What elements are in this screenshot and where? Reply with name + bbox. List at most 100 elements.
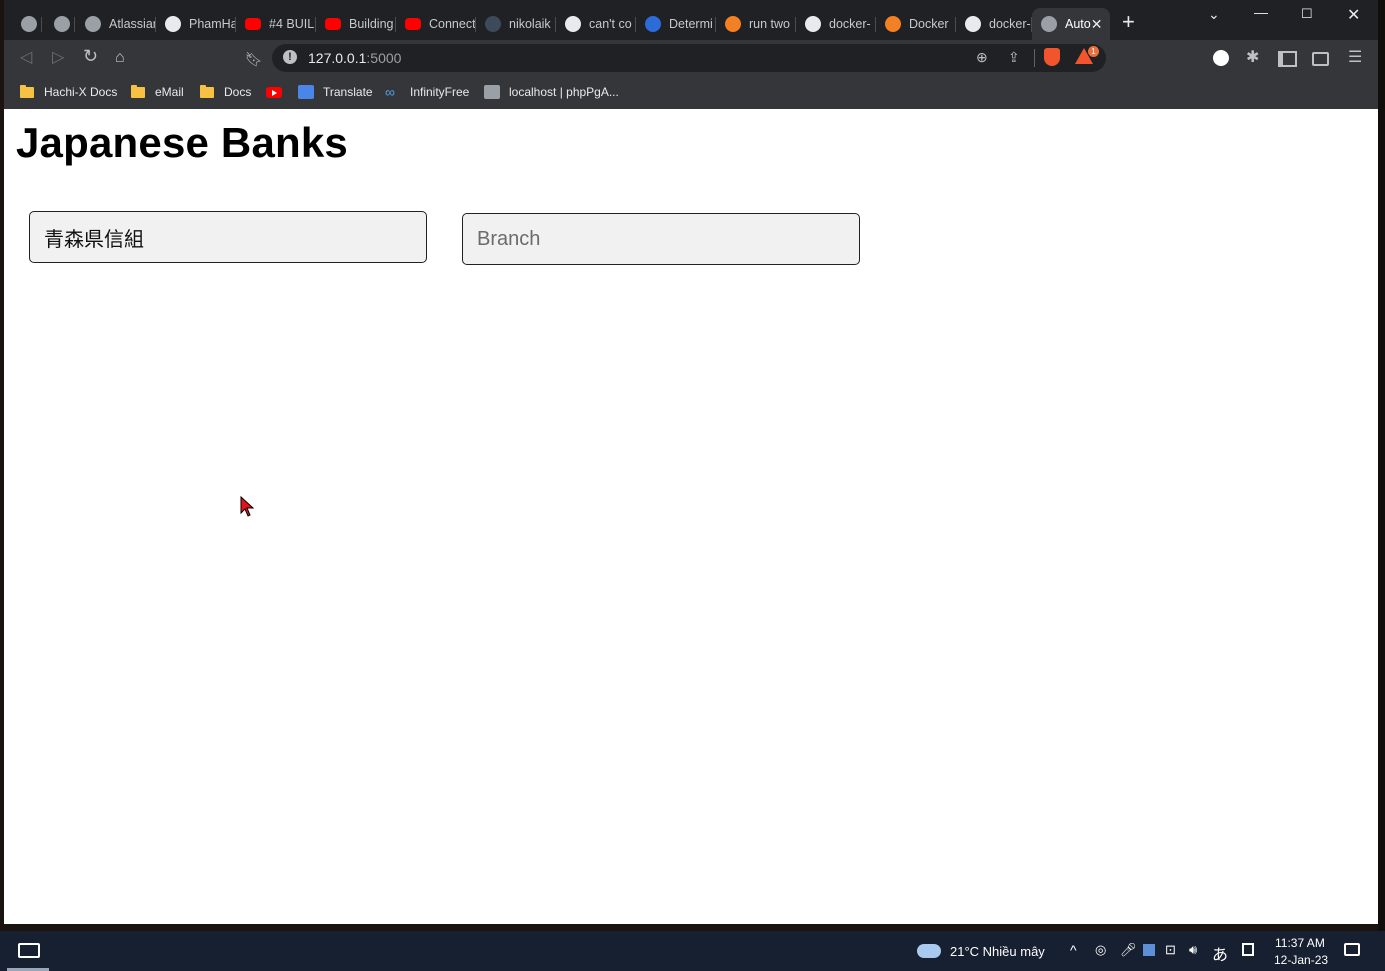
tab-1[interactable] xyxy=(45,8,75,40)
github-icon xyxy=(165,16,181,32)
tab-6[interactable]: Connect xyxy=(396,8,476,40)
elephant-icon xyxy=(484,85,500,99)
circle-icon xyxy=(485,16,501,32)
tab-3[interactable]: PhamHa xyxy=(156,8,236,40)
app-tray-icon[interactable] xyxy=(1143,944,1155,956)
extensions-icon[interactable]: ✱ xyxy=(1246,49,1259,67)
stackoverflow-icon xyxy=(885,16,901,32)
google-icon xyxy=(565,16,581,32)
tab-strip: + ⌄ — ☐ ✕ Atlassian PhamHa #4 BUIL Building… xyxy=(4,0,1378,40)
bookmark-label: Hachi-X Docs xyxy=(44,85,118,99)
bookmarks-bar: Hachi-X Docs eMail Docs Translate ∞ InfinityF… xyxy=(4,76,1378,110)
site-info-icon[interactable]: ! xyxy=(283,50,297,64)
youtube-icon xyxy=(245,18,261,30)
brave-shields-icon[interactable] xyxy=(1044,48,1060,66)
bookmark-item[interactable]: eMail xyxy=(131,82,184,102)
bookmark-item[interactable]: Translate xyxy=(298,82,373,102)
tab-label: PhamHa xyxy=(189,17,236,31)
forward-button[interactable]: ▷ xyxy=(52,49,64,67)
folder-icon xyxy=(200,84,214,98)
branch-input[interactable] xyxy=(462,213,860,265)
tab-label: #4 BUIL xyxy=(269,17,315,31)
taskbar: 21°C Nhiều mây ^ ◎ 🎤︎ ⊡ 🔊︎ あ 11:37 AM 12… xyxy=(0,931,1385,971)
share-icon[interactable]: ⇪ xyxy=(1008,49,1020,66)
back-button[interactable]: ◁ xyxy=(20,49,32,67)
weather-text[interactable]: 21°C Nhiều mây xyxy=(950,944,1045,959)
bookmark-item[interactable] xyxy=(266,82,282,102)
clock-time[interactable]: 11:37 AM xyxy=(1275,936,1325,950)
tab-10[interactable]: run two xyxy=(716,8,796,40)
tab-label: Atlassian xyxy=(109,17,156,31)
bank-input[interactable] xyxy=(29,211,427,263)
bookmark-item[interactable]: ∞ InfinityFree xyxy=(385,82,469,102)
bookmark-label: localhost | phpPgA... xyxy=(509,85,619,99)
cloud-weather-icon[interactable] xyxy=(917,944,941,958)
home-button[interactable]: ⌂ xyxy=(115,49,125,67)
bookmark-label: Translate xyxy=(323,85,373,99)
volume-icon[interactable]: 🔊︎ xyxy=(1189,942,1197,958)
tab-label: Building xyxy=(349,17,394,31)
tab-5[interactable]: Building xyxy=(316,8,396,40)
tab-13[interactable]: docker- xyxy=(956,8,1032,40)
show-hidden-icons-chevron-icon[interactable]: ^ xyxy=(1070,942,1077,958)
folder-icon xyxy=(20,84,34,98)
tab-9[interactable]: Determi xyxy=(636,8,716,40)
tab-search-chevron-icon[interactable]: ⌄ xyxy=(1208,6,1220,23)
folder-icon xyxy=(131,84,145,98)
tab-7[interactable]: nikolaik xyxy=(476,8,556,40)
globe-icon xyxy=(85,16,101,32)
address-url[interactable]: 127.0.0.1:5000 xyxy=(308,50,401,66)
stackoverflow-icon xyxy=(725,16,741,32)
tab-0[interactable] xyxy=(12,8,42,40)
wallet-icon[interactable] xyxy=(1312,52,1329,66)
tab-label: Connect xyxy=(429,17,476,31)
youtube-icon xyxy=(405,18,421,30)
zoom-icon[interactable]: ⊕ xyxy=(976,49,988,66)
tab-label: nikolaik xyxy=(509,17,551,31)
bookmark-item[interactable]: localhost | phpPgA... xyxy=(484,82,619,102)
close-tab-icon[interactable]: ✕ xyxy=(1091,16,1103,33)
new-tab-button[interactable]: + xyxy=(1122,11,1135,33)
reload-button[interactable]: ↻ xyxy=(83,47,98,65)
page-content: Japanese Banks xyxy=(4,109,1378,924)
desktop-edge xyxy=(1378,0,1385,931)
tab-12[interactable]: Docker xyxy=(876,8,956,40)
tab-14[interactable]: Auto ✕ xyxy=(1032,8,1110,40)
meet-icon[interactable]: ◎ xyxy=(1095,942,1106,958)
microphone-icon[interactable]: 🎤︎ xyxy=(1120,942,1137,958)
address-bar[interactable]: ! 127.0.0.1:5000 ⊕ ⇪ 1 xyxy=(272,44,1106,72)
tab-11[interactable]: docker- xyxy=(796,8,876,40)
bookmark-item[interactable]: Docs xyxy=(200,82,251,102)
input-mode-icon[interactable] xyxy=(1242,943,1254,956)
tab-2[interactable]: Atlassian xyxy=(76,8,156,40)
minimize-button[interactable]: — xyxy=(1254,4,1268,20)
desktop-monitor-icon[interactable] xyxy=(18,943,40,958)
bookmark-page-button[interactable]: 🔖︎ xyxy=(245,50,263,68)
tab-label: run two xyxy=(749,17,790,31)
bookmark-item[interactable]: Hachi-X Docs xyxy=(20,82,117,102)
maximize-button[interactable]: ☐ xyxy=(1301,6,1313,22)
tab-label: Determi xyxy=(669,17,713,31)
github-icon xyxy=(965,16,981,32)
network-icon[interactable]: ⊡ xyxy=(1165,942,1176,958)
infinity-icon: ∞ xyxy=(385,84,395,100)
tab-separator xyxy=(41,17,42,32)
notification-center-icon[interactable] xyxy=(1344,943,1360,956)
tab-8[interactable]: can't co xyxy=(556,8,636,40)
bookmark-label: InfinityFree xyxy=(410,85,470,99)
close-window-button[interactable]: ✕ xyxy=(1347,5,1360,25)
sidebar-toggle-icon[interactable] xyxy=(1278,51,1297,67)
tab-label: Docker xyxy=(909,17,949,31)
globe-icon xyxy=(21,16,37,32)
tab-4[interactable]: #4 BUIL xyxy=(236,8,316,40)
youtube-icon xyxy=(266,86,282,98)
youtube-icon xyxy=(325,18,341,30)
ime-indicator[interactable]: あ xyxy=(1212,941,1228,965)
clock-date[interactable]: 12-Jan-23 xyxy=(1274,953,1328,967)
menu-icon[interactable]: ☰ xyxy=(1348,49,1362,67)
brave-wallet-extension-icon[interactable] xyxy=(1213,50,1229,66)
google-icon xyxy=(805,16,821,32)
url-host: 127.0.0.1 xyxy=(308,50,367,66)
tab-separator xyxy=(74,17,75,32)
tab-label: docker- xyxy=(989,17,1031,31)
